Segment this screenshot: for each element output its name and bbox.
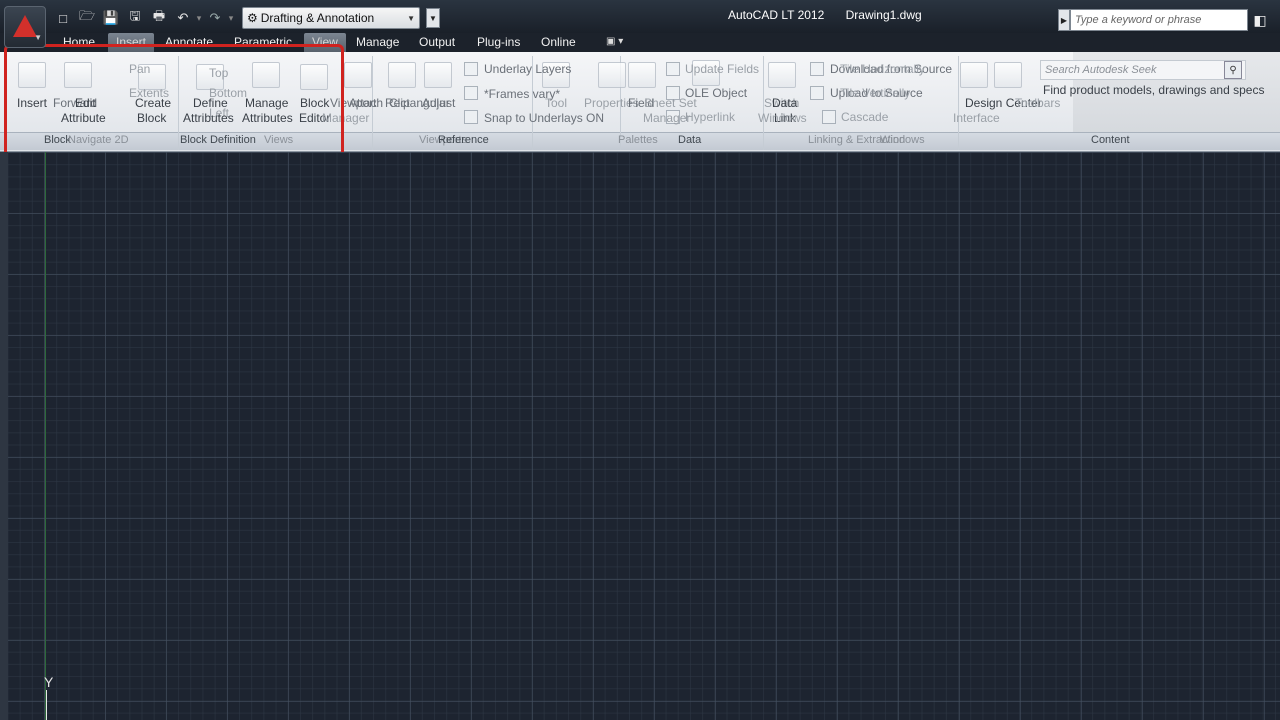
chevron-down-icon: ▼ xyxy=(407,13,415,23)
gear-icon: ⚙ xyxy=(247,11,258,25)
autocad-window: □ 🗁 💾 🖫 🖶 ↶ ▾ ↷ ▾ ⚙ Drafting & Annotatio… xyxy=(0,0,1280,720)
panel-label-reference[interactable]: Reference xyxy=(438,134,489,146)
download-source-icon[interactable] xyxy=(810,62,824,76)
hyperlink-button[interactable]: Hyperlink xyxy=(685,110,735,124)
attach-label[interactable]: Attach xyxy=(349,96,383,110)
field-icon[interactable] xyxy=(628,62,656,88)
tab-online[interactable]: Online xyxy=(541,33,576,52)
redo-icon[interactable]: ↷ xyxy=(204,7,226,29)
tile-vertically-button[interactable]: Tile Vertically xyxy=(840,86,910,100)
adjust-icon[interactable] xyxy=(424,62,452,88)
clip-icon[interactable] xyxy=(388,62,416,88)
cascade-button[interactable]: Cascade xyxy=(841,110,888,124)
open-folder-icon[interactable]: 🗁 xyxy=(76,7,98,29)
underlay-layers-button[interactable]: Underlay Layers xyxy=(484,62,571,76)
panel-label-data[interactable]: Data xyxy=(678,134,701,146)
find-products-text: Find product models, drawings and specs xyxy=(1043,83,1265,97)
binoculars-icon[interactable]: ◧ xyxy=(1248,9,1272,31)
seek-search-icon[interactable]: ⚲ xyxy=(1224,61,1242,79)
undo-dropdown-icon[interactable]: ▾ xyxy=(196,13,202,24)
underlay-layers-icon[interactable] xyxy=(464,62,478,76)
tile-horizontally-button[interactable]: Tile Horizontally xyxy=(840,62,925,76)
tab-manage[interactable]: Manage xyxy=(356,33,399,52)
ole-object-button[interactable]: OLE Object xyxy=(685,86,747,100)
y-axis-line xyxy=(45,152,46,720)
highlight-annotation xyxy=(4,44,344,164)
window-title: AutoCAD LT 2012 Drawing1.dwg xyxy=(728,8,940,22)
windows-label[interactable]: Windows xyxy=(758,111,807,125)
sheet-set-manager-label[interactable]: Manager xyxy=(643,111,690,125)
tab-plug-ins[interactable]: Plug-ins xyxy=(477,33,520,52)
new-file-icon[interactable]: □ xyxy=(52,7,74,29)
upload-source-icon[interactable] xyxy=(810,86,824,100)
interface-label[interactable]: Interface xyxy=(953,111,1000,125)
save-icon[interactable]: 💾 xyxy=(100,7,122,29)
snap-underlays-button[interactable]: Snap to Underlays ON xyxy=(484,111,604,125)
workspace-label: Drafting & Annotation xyxy=(260,11,375,25)
design-center-icon[interactable] xyxy=(960,62,988,88)
panel-separator xyxy=(958,56,959,150)
adjust-label[interactable]: Adjust xyxy=(422,96,455,110)
autodesk-seek-input[interactable] xyxy=(1040,60,1246,80)
infocenter: ▶ ◧ xyxy=(1058,9,1272,31)
quick-access-toolbar: □ 🗁 💾 🖫 🖶 ↶ ▾ ↷ ▾ ⚙ Drafting & Annotatio… xyxy=(52,6,440,30)
title-bar: □ 🗁 💾 🖫 🖶 ↶ ▾ ↷ ▾ ⚙ Drafting & Annotatio… xyxy=(0,0,1280,33)
update-fields-button[interactable]: Update Fields xyxy=(685,62,759,76)
expand-search-icon[interactable]: ▶ xyxy=(1058,9,1070,31)
app-name: AutoCAD LT 2012 xyxy=(728,8,825,22)
save-as-icon[interactable]: 🖫 xyxy=(124,7,146,29)
tool-palettes-label[interactable]: Tool xyxy=(545,96,567,110)
workspace-selector[interactable]: ⚙ Drafting & Annotation ▼ xyxy=(242,7,420,29)
update-fields-icon[interactable] xyxy=(666,62,680,76)
panel-label-content[interactable]: Content xyxy=(1091,134,1130,146)
application-menu-button[interactable]: ▼ xyxy=(4,6,46,48)
panel-label-palettes[interactable]: Palettes xyxy=(618,134,658,146)
snap-underlays-icon[interactable] xyxy=(464,110,478,124)
print-icon[interactable]: 🖶 xyxy=(148,7,170,29)
frames-icon[interactable] xyxy=(464,86,478,100)
cascade-icon[interactable] xyxy=(822,110,836,124)
toolbars-icon[interactable] xyxy=(994,62,1022,88)
redo-dropdown-icon[interactable]: ▾ xyxy=(228,13,234,24)
data-link-label-1[interactable]: Data xyxy=(772,96,797,110)
clip-label[interactable]: Clip xyxy=(389,96,410,110)
chevron-down-icon: ▼ xyxy=(34,33,42,42)
tab-output[interactable]: Output xyxy=(419,33,455,52)
attach-icon[interactable] xyxy=(344,62,372,88)
customize-qat-icon[interactable]: ▼ xyxy=(426,8,440,28)
panel-label-windows[interactable]: Windows xyxy=(880,134,925,146)
ucs-icon xyxy=(46,690,47,720)
toolbars-label[interactable]: Toolbars xyxy=(1015,96,1060,110)
undo-icon[interactable]: ↶ xyxy=(172,7,194,29)
properties-icon[interactable] xyxy=(598,62,626,88)
drawing-canvas[interactable] xyxy=(0,152,1280,720)
ucs-y-label: Y xyxy=(44,674,54,690)
data-link-icon[interactable] xyxy=(768,62,796,88)
document-name: Drawing1.dwg xyxy=(845,8,922,22)
canvas-left-edge xyxy=(0,152,8,720)
search-input[interactable] xyxy=(1070,9,1248,31)
minimize-ribbon-icon[interactable]: ▣ ▾ xyxy=(606,36,634,50)
